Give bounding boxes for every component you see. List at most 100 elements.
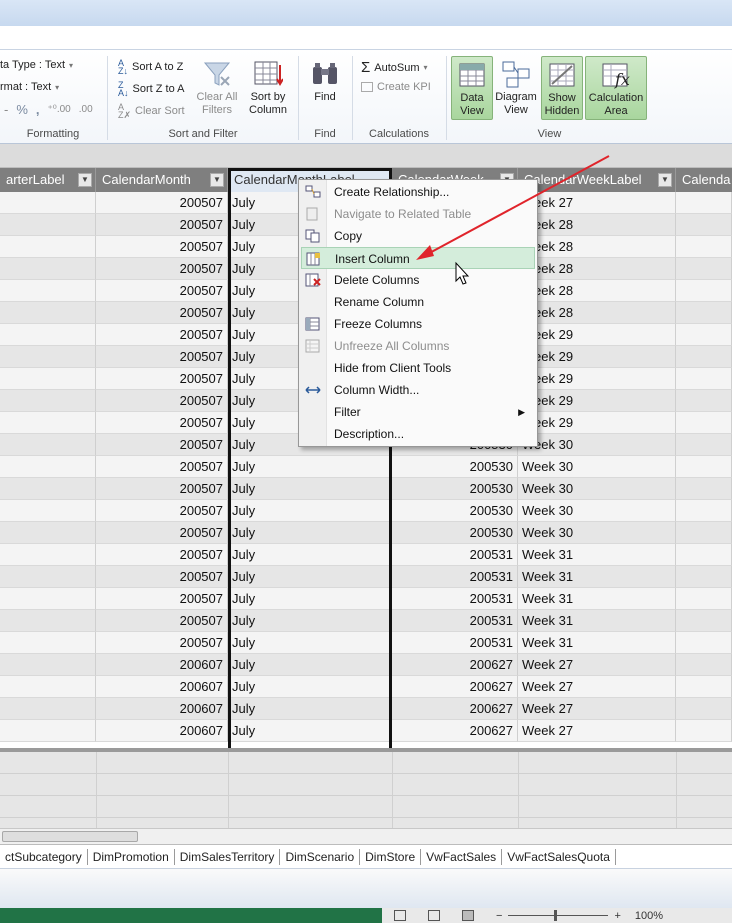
table-cell[interactable]: Week 30 xyxy=(518,456,676,478)
table-cell[interactable]: 200507 xyxy=(96,214,228,236)
table-cell[interactable]: 200627 xyxy=(392,720,518,742)
menu-item-insert-column[interactable]: Insert Column xyxy=(301,247,535,269)
table-cell[interactable] xyxy=(676,500,732,522)
table-cell[interactable]: Week 31 xyxy=(518,544,676,566)
column-header-calendar-week-label[interactable]: CalendarWeekLabel ▼ xyxy=(518,168,676,192)
table-cell[interactable] xyxy=(676,632,732,654)
sheet-tab[interactable]: VwFactSales xyxy=(421,848,503,865)
comma-icon[interactable]: , xyxy=(36,102,40,117)
table-cell[interactable]: 200507 xyxy=(96,522,228,544)
table-cell[interactable]: Week 28 xyxy=(518,280,676,302)
table-cell[interactable] xyxy=(0,566,96,588)
table-cell[interactable] xyxy=(0,500,96,522)
table-cell[interactable] xyxy=(0,478,96,500)
table-cell[interactable]: Week 27 xyxy=(518,698,676,720)
table-cell[interactable]: 200607 xyxy=(96,698,228,720)
table-cell[interactable] xyxy=(676,676,732,698)
horizontal-scrollbar[interactable] xyxy=(0,828,732,844)
clear-sort-button[interactable]: A Z✗ Clear Sort xyxy=(118,103,185,120)
table-cell[interactable] xyxy=(676,478,732,500)
table-cell[interactable]: Week 30 xyxy=(518,500,676,522)
table-cell[interactable] xyxy=(676,434,732,456)
table-row[interactable]: 200507July200530Week 30 xyxy=(0,500,732,522)
table-cell[interactable] xyxy=(676,720,732,742)
table-cell[interactable]: 200607 xyxy=(96,720,228,742)
table-cell[interactable] xyxy=(676,368,732,390)
table-cell[interactable] xyxy=(676,544,732,566)
table-cell[interactable]: 200507 xyxy=(96,368,228,390)
table-row[interactable]: 200507 July 200531 Week 31 xyxy=(0,588,732,610)
menu-item-create-relationship[interactable]: Create Relationship... xyxy=(301,181,535,203)
calculation-area-button[interactable]: fx Calculation Area xyxy=(585,56,647,120)
table-cell[interactable]: July xyxy=(228,544,392,566)
create-kpi-button[interactable]: Create KPI xyxy=(361,81,431,93)
table-row[interactable]: 200507July200530Week 30 xyxy=(0,478,732,500)
table-cell[interactable] xyxy=(0,610,96,632)
table-cell[interactable] xyxy=(676,214,732,236)
filter-dropdown-icon[interactable]: ▼ xyxy=(78,173,92,187)
calculation-area-grid[interactable] xyxy=(0,748,732,832)
table-cell[interactable] xyxy=(0,456,96,478)
formula-bar[interactable] xyxy=(0,144,732,168)
menu-item-navigate-to-related-table[interactable]: Navigate to Related Table xyxy=(301,203,535,225)
table-cell[interactable]: 200507 xyxy=(96,280,228,302)
sheet-tab[interactable]: ctSubcategory xyxy=(0,848,88,865)
zoom-in-icon[interactable]: + xyxy=(614,910,620,922)
table-cell[interactable] xyxy=(0,390,96,412)
table-cell[interactable] xyxy=(0,214,96,236)
sheet-tab[interactable]: DimScenario xyxy=(280,848,361,865)
table-cell[interactable]: 200531 xyxy=(392,566,518,588)
table-cell[interactable]: Week 31 xyxy=(518,610,676,632)
diagram-view-button[interactable]: Diagram View xyxy=(494,56,538,120)
menu-item-hide-from-client-tools[interactable]: Hide from Client Tools xyxy=(301,357,535,379)
table-cell[interactable] xyxy=(0,258,96,280)
table-cell[interactable]: 200507 xyxy=(96,478,228,500)
table-cell[interactable]: July xyxy=(228,720,392,742)
increase-decimal-icon[interactable]: ⁺⁰.00 xyxy=(48,104,71,115)
table-cell[interactable]: Week 28 xyxy=(518,302,676,324)
menu-item-column-width[interactable]: Column Width... xyxy=(301,379,535,401)
data-view-button[interactable]: Data View xyxy=(451,56,493,120)
table-cell[interactable]: 200531 xyxy=(392,588,518,610)
sheet-tab[interactable]: DimPromotion xyxy=(88,848,175,865)
table-cell[interactable]: 200507 xyxy=(96,632,228,654)
table-cell[interactable]: Week 28 xyxy=(518,214,676,236)
table-cell[interactable] xyxy=(0,588,96,610)
table-cell[interactable]: Week 31 xyxy=(518,588,676,610)
table-cell[interactable]: Week 27 xyxy=(518,720,676,742)
table-cell[interactable]: 200507 xyxy=(96,258,228,280)
grid-view-icon[interactable] xyxy=(394,910,406,921)
table-cell[interactable] xyxy=(0,522,96,544)
table-cell[interactable]: 200507 xyxy=(96,390,228,412)
table-cell[interactable] xyxy=(0,698,96,720)
table-cell[interactable] xyxy=(676,346,732,368)
table-cell[interactable]: Week 29 xyxy=(518,390,676,412)
table-cell[interactable] xyxy=(0,434,96,456)
table-cell[interactable]: 200507 xyxy=(96,302,228,324)
table-cell[interactable] xyxy=(0,192,96,214)
table-cell[interactable]: Week 30 xyxy=(518,434,676,456)
table-cell[interactable] xyxy=(0,324,96,346)
table-cell[interactable]: Week 29 xyxy=(518,368,676,390)
diagram-mode-icon[interactable] xyxy=(462,910,474,921)
table-cell[interactable] xyxy=(676,698,732,720)
table-cell[interactable] xyxy=(676,324,732,346)
table-cell[interactable]: 200507 xyxy=(96,434,228,456)
column-header-quarter-label[interactable]: arterLabel ▼ xyxy=(0,168,96,192)
table-cell[interactable]: 200530 xyxy=(392,478,518,500)
table-row[interactable]: 200607 July 200627 Week 27 xyxy=(0,698,732,720)
zoom-level[interactable]: 100% xyxy=(635,910,663,922)
table-row[interactable]: 200507 July 200531 Week 31 xyxy=(0,544,732,566)
table-cell[interactable]: Week 27 xyxy=(518,192,676,214)
table-cell[interactable]: 200530 xyxy=(392,522,518,544)
table-cell[interactable]: July xyxy=(228,588,392,610)
table-cell[interactable] xyxy=(0,544,96,566)
table-cell[interactable]: 200507 xyxy=(96,456,228,478)
table-cell[interactable] xyxy=(0,368,96,390)
zoom-slider[interactable] xyxy=(508,910,609,921)
table-cell[interactable]: 200507 xyxy=(96,236,228,258)
table-cell[interactable] xyxy=(676,236,732,258)
table-cell[interactable]: Week 27 xyxy=(518,676,676,698)
table-cell[interactable]: 200507 xyxy=(96,324,228,346)
table-row[interactable]: 200507July200530Week 30 xyxy=(0,522,732,544)
